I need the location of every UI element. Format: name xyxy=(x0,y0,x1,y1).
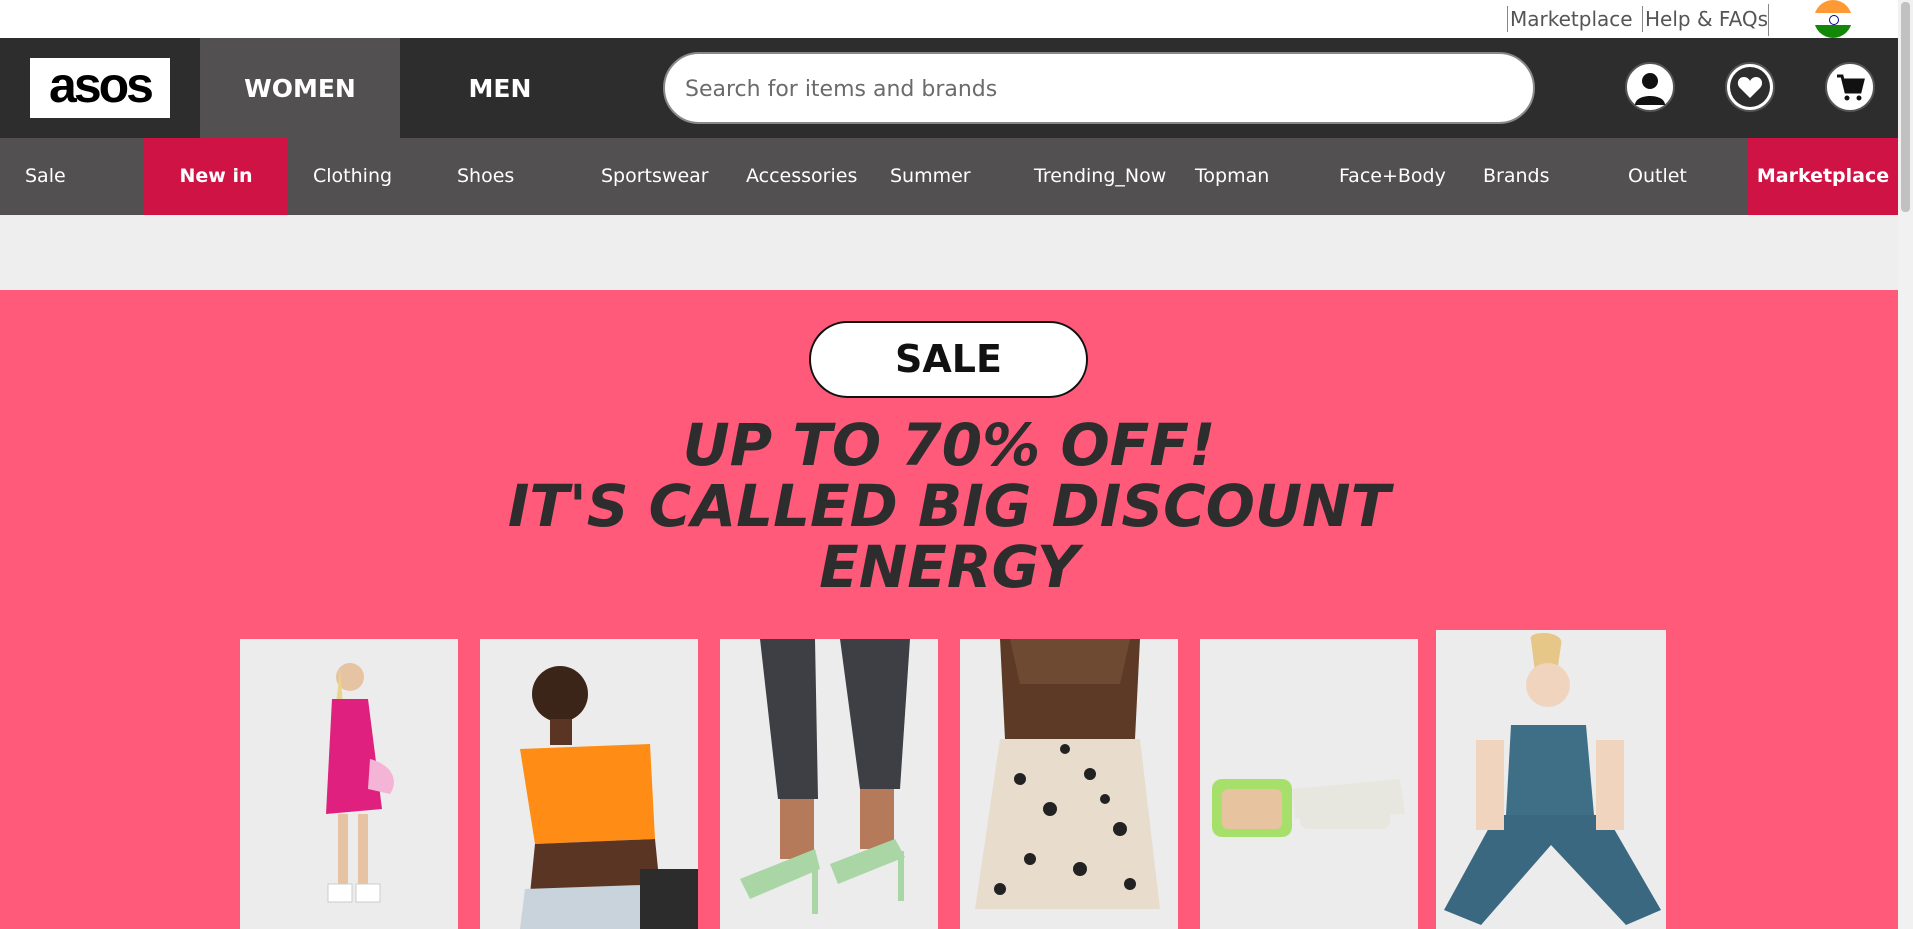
account-icon[interactable] xyxy=(1625,62,1675,112)
nav-trending-now[interactable]: Trending_Now xyxy=(1034,138,1166,215)
logo-text: asos xyxy=(49,57,154,113)
scrollbar-thumb[interactable] xyxy=(1901,2,1910,212)
nav-summer[interactable]: Summer xyxy=(890,138,971,215)
utility-marketplace-link[interactable]: Marketplace xyxy=(1507,6,1633,32)
nav-brands[interactable]: Brands xyxy=(1483,138,1550,215)
product-pink-dress-image[interactable] xyxy=(240,639,458,929)
nav-face-body[interactable]: Face+Body xyxy=(1339,138,1446,215)
nav-outlet[interactable]: Outlet xyxy=(1628,138,1687,215)
product-orange-top-image[interactable] xyxy=(480,639,698,929)
product-green-sandals-image[interactable] xyxy=(720,639,938,929)
headline-line-1: UP TO 70% OFF! xyxy=(682,411,1216,479)
nav-shoes[interactable]: Shoes xyxy=(457,138,514,215)
tab-women[interactable]: WOMEN xyxy=(200,38,400,138)
asos-logo[interactable]: asos xyxy=(30,58,170,118)
product-leopard-shorts-image[interactable] xyxy=(960,639,1178,929)
search-input[interactable] xyxy=(683,54,1507,124)
nav-accessories[interactable]: Accessories xyxy=(746,138,857,215)
headline-line-3: ENERGY xyxy=(819,533,1079,601)
nav-new-in[interactable]: New in xyxy=(144,138,288,215)
banner-headline: UP TO 70% OFF! IT'S CALLED BIG DISCOUNT … xyxy=(400,415,1498,598)
nav-sale[interactable]: Sale xyxy=(25,138,66,215)
headline-line-2: IT'S CALLED BIG DISCOUNT xyxy=(507,472,1391,540)
product-green-sunglasses-image[interactable] xyxy=(1200,639,1418,929)
main-header: asos WOMEN MEN xyxy=(0,38,1898,138)
nav-clothing[interactable]: Clothing xyxy=(313,138,392,215)
cart-icon[interactable] xyxy=(1825,62,1875,112)
sale-banner[interactable]: SALE UP TO 70% OFF! IT'S CALLED BIG DISC… xyxy=(0,290,1898,929)
scrollbar[interactable] xyxy=(1898,0,1913,929)
product-teal-activewear-image[interactable] xyxy=(1436,630,1666,929)
sale-pill-button[interactable]: SALE xyxy=(809,321,1088,398)
nav-topman[interactable]: Topman xyxy=(1195,138,1269,215)
page: Marketplace Help & FAQs asos WOMEN MEN S… xyxy=(0,0,1898,929)
category-nav: Sale New in Clothing Shoes Sportswear Ac… xyxy=(0,138,1898,215)
divider xyxy=(1768,4,1769,36)
heart-icon[interactable] xyxy=(1725,62,1775,112)
search-box xyxy=(663,52,1535,124)
utility-bar: Marketplace Help & FAQs xyxy=(0,0,1898,38)
nav-sportswear[interactable]: Sportswear xyxy=(601,138,709,215)
nav-marketplace[interactable]: Marketplace xyxy=(1748,138,1898,215)
india-flag-icon[interactable] xyxy=(1814,0,1852,38)
help-faqs-link[interactable]: Help & FAQs xyxy=(1642,6,1768,32)
tab-men[interactable]: MEN xyxy=(400,38,600,138)
promo-strip xyxy=(0,215,1898,290)
